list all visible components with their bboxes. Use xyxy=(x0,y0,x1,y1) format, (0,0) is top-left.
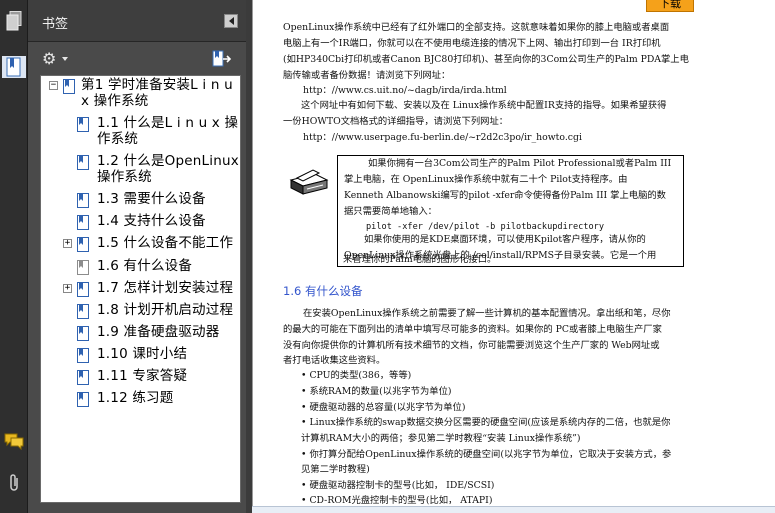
bookmark-label: 1.8 计划开机启动过程 xyxy=(97,302,234,318)
bookmark-icon xyxy=(77,392,89,407)
bullet-item: 计算机RAM大小的两倍；参见第二学时教程“安装 Linux操作系统”) xyxy=(301,433,581,444)
bookmark-icon xyxy=(77,304,89,319)
panel-header: 书签 xyxy=(28,0,246,42)
bullet-item: 见第二学时教程) xyxy=(301,464,370,475)
bullet-item: • 硬盘驱动器的总容量(以兆字节为单位) xyxy=(301,402,466,413)
bookmark-label: 1.11 专家答疑 xyxy=(97,368,188,384)
tip-line: 掌上电脑，在 OpenLinux操作系统中就有二十个 Pilot支持程序。由 xyxy=(344,174,628,185)
pages-icon[interactable] xyxy=(3,10,25,32)
download-button[interactable]: 下载 xyxy=(646,0,694,12)
bookmark-label: 1.2 什么是OpenLinux xyxy=(97,153,239,169)
bookmark-icon xyxy=(77,370,89,385)
chevron-down-icon[interactable] xyxy=(62,57,68,61)
bookmark-icon[interactable] xyxy=(2,56,26,78)
paragraph-line: 一份HOWTO文档格式的详细指导，请浏览下列网址： xyxy=(283,116,509,127)
tip-line: 据只需要简单地输入： xyxy=(344,206,437,217)
bullet-item: • CPU的类型(386，等等) xyxy=(301,370,412,381)
bookmark-icon xyxy=(63,79,75,94)
bookmark-icon xyxy=(77,348,89,363)
comments-icon[interactable] xyxy=(3,430,25,452)
tip-line: 如果你使用的是KDE桌面环境，可以使用Kpilot客户程序，请从你的 xyxy=(364,234,646,245)
bookmark-label: 1.3 需要什么设备 xyxy=(97,191,206,207)
bullet-item: • 系统RAM的数量(以兆字节为单位) xyxy=(301,386,452,397)
bookmark-label: 1.4 支持什么设备 xyxy=(97,213,206,229)
paragraph-line: 者打电话收集这些资料。 xyxy=(283,355,386,366)
bookmark-label-line2: 操作系统 xyxy=(97,169,152,185)
bookmark-label-line2: 作系统 xyxy=(97,131,139,147)
section-heading: 1.6 有什么设备 xyxy=(283,284,363,298)
bookmark-label: 1.12 练习题 xyxy=(97,390,174,406)
expand-icon[interactable]: + xyxy=(63,239,72,248)
bookmark-label: 1.10 课时小结 xyxy=(97,346,188,362)
expand-icon[interactable]: + xyxy=(63,284,72,293)
paragraph-line: 这个网址中有如何下载、安装以及在 Linux操作系统中配置IR支持的指导。如果希… xyxy=(301,100,667,111)
chevron-left-icon xyxy=(228,17,234,25)
bookmark-icon xyxy=(77,326,89,341)
bullet-item: • Linux操作系统的swap数据交换分区需要的硬盘空间(应该是系统内存的二倍… xyxy=(301,417,671,428)
tip-line: 来管理你的Palm电脑的图形化接口。 xyxy=(343,254,497,265)
bookmark-label: 第1 学时准备安装L i n u xyxy=(81,77,233,93)
url-line: http：//www.userpage.fu-berlin.de/~r2d2c3… xyxy=(303,132,582,143)
paragraph-line: 电脑上有一个IR端口，你就可以在不使用电缆连接的情况下上网、输出打印到一台 IR… xyxy=(283,38,661,49)
tip-line: Kenneth Albanowski编写的pilot -xfer命令使得备份Pa… xyxy=(344,190,666,201)
printer-icon xyxy=(285,168,331,198)
panel-toolbar: ⚙ xyxy=(28,43,246,75)
paragraph-line: 没有向你提供你的计算机所有技术细节的文档，你可能需要浏览这个生产厂家的 Web网… xyxy=(283,340,660,351)
bookmark-export-icon[interactable] xyxy=(212,50,232,68)
gear-icon[interactable]: ⚙ xyxy=(42,51,56,67)
bookmark-tree[interactable]: − 第1 学时准备安装L i n ux 操作系统 1.1 什么是L i n u x … xyxy=(40,75,241,503)
bookmark-icon xyxy=(77,260,89,275)
bookmark-icon xyxy=(77,215,89,230)
navigation-toolstrip xyxy=(0,0,28,513)
bullet-item: • 硬盘驱动器控制卡的型号(比如， IDE/SCSI) xyxy=(301,480,495,491)
bookmark-label-line2: x 操作系统 xyxy=(81,93,149,109)
url-line: http：//www.cs.uit.no/~dagb/irda/irda.htm… xyxy=(303,85,507,96)
bookmark-icon xyxy=(77,282,89,297)
tip-box: 如果你拥有一台3Com公司生产的Palm Pilot Professional或… xyxy=(337,155,684,267)
paperclip-icon[interactable] xyxy=(3,472,25,494)
bullet-item: • 你打算分配给OpenLinux操作系统的硬盘空间(以兆字节为单位，它取决于安… xyxy=(301,449,672,460)
document-page: 下载 OpenLinux操作系统中已经有了红外端口的全部支持。这就意味着如果你的… xyxy=(252,0,775,513)
bookmark-icon xyxy=(77,117,89,132)
bookmark-label: 1.9 准备硬盘驱动器 xyxy=(97,324,220,340)
bookmark-label: 1.6 有什么设备 xyxy=(97,258,193,274)
page-bottom-edge xyxy=(252,506,775,513)
tip-line: 如果你拥有一台3Com公司生产的Palm Pilot Professional或… xyxy=(368,158,672,169)
bookmark-label: 1.1 什么是L i n u x 操 xyxy=(97,115,239,131)
bookmark-label: 1.5 什么设备不能工作 xyxy=(97,235,234,251)
collapse-icon[interactable]: − xyxy=(49,81,58,90)
paragraph-line: OpenLinux操作系统中已经有了红外端口的全部支持。这就意味着如果你的膝上电… xyxy=(283,22,670,33)
bookmark-icon xyxy=(77,193,89,208)
collapse-panel-button[interactable] xyxy=(224,14,238,28)
bookmark-icon xyxy=(77,155,89,170)
paragraph-line: 脑传输或者备份数据！请浏览下列网址： xyxy=(283,70,451,81)
paragraph-line: (如HP340Cbi打印机或者Canon BJC80打印机)、甚至向你的3Com… xyxy=(283,54,689,65)
bookmark-icon xyxy=(77,237,89,252)
pdf-reader-window: 书签 ⚙ − 第1 学时准备安装L i n ux 操作系统 1.1 什么是L i n… xyxy=(0,0,775,513)
paragraph-line: 在安装OpenLinux操作系统之前需要了解一些计算机的基本配置情况。拿出纸和笔… xyxy=(303,308,671,319)
panel-title: 书签 xyxy=(42,17,69,32)
paragraph-line: 的最大的可能在下面列出的清单中填写尽可能多的资料。如果你的 PC或者膝上电脑生产… xyxy=(283,324,662,335)
bookmark-label: 1.7 怎样计划安装过程 xyxy=(97,280,234,296)
